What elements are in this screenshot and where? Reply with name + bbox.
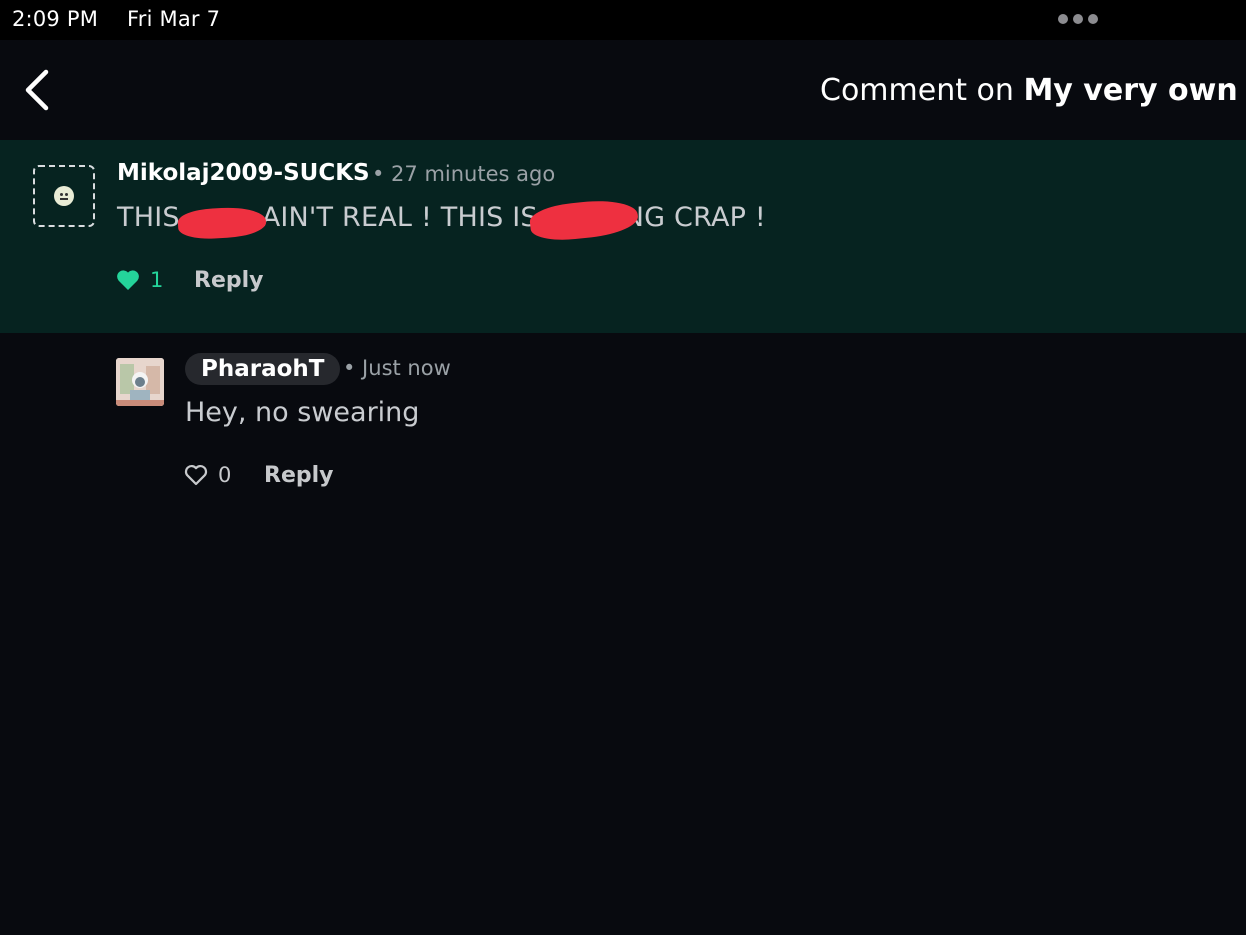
comment-text-part: NG CRAP ! <box>623 202 766 233</box>
reply-button[interactable]: Reply <box>264 463 334 488</box>
like-count: 1 <box>150 268 164 292</box>
username-chip[interactable]: PharaohT <box>185 353 341 385</box>
avatar[interactable] <box>116 358 164 406</box>
comment-text: Hey, no swearing <box>185 397 420 428</box>
status-time: 2:09 PM <box>12 7 99 31</box>
comment-username[interactable]: Mikolaj2009-SUCKS <box>117 160 370 186</box>
page-title-post-name: My very own p <box>1023 73 1246 108</box>
like-button[interactable]: 0 <box>184 463 231 487</box>
comment-text-part: AIN'T REAL ! THIS IS <box>261 202 538 233</box>
avatar-placeholder-icon <box>54 186 74 206</box>
comment-timestamp: • 27 minutes ago <box>372 162 556 186</box>
reply-button[interactable]: Reply <box>194 268 264 293</box>
reply-comment: PharaohT • Just now Hey, no swearing 0 R… <box>0 333 1246 513</box>
page-title: Comment on My very own p <box>820 73 1246 108</box>
heart-filled-icon <box>117 270 139 290</box>
status-date: Fri Mar 7 <box>127 7 221 31</box>
ellipsis-icon[interactable] <box>1058 14 1098 26</box>
comment-timestamp: • Just now <box>343 356 451 380</box>
comment-username: PharaohT <box>201 356 325 382</box>
heart-outline-icon <box>184 465 208 486</box>
redaction-mark <box>177 205 267 241</box>
nav-bar: Comment on My very own p <box>0 40 1246 140</box>
page-title-prefix: Comment on <box>820 73 1014 108</box>
like-count: 0 <box>218 463 232 487</box>
avatar[interactable] <box>33 165 95 227</box>
chevron-left-icon[interactable] <box>20 68 56 112</box>
like-button[interactable]: 1 <box>116 268 163 292</box>
status-bar: 2:09 PM Fri Mar 7 <box>0 0 1246 40</box>
highlighted-comment: Mikolaj2009-SUCKS • 27 minutes ago THIS A… <box>0 140 1246 333</box>
comment-text-part: THIS <box>117 202 180 233</box>
